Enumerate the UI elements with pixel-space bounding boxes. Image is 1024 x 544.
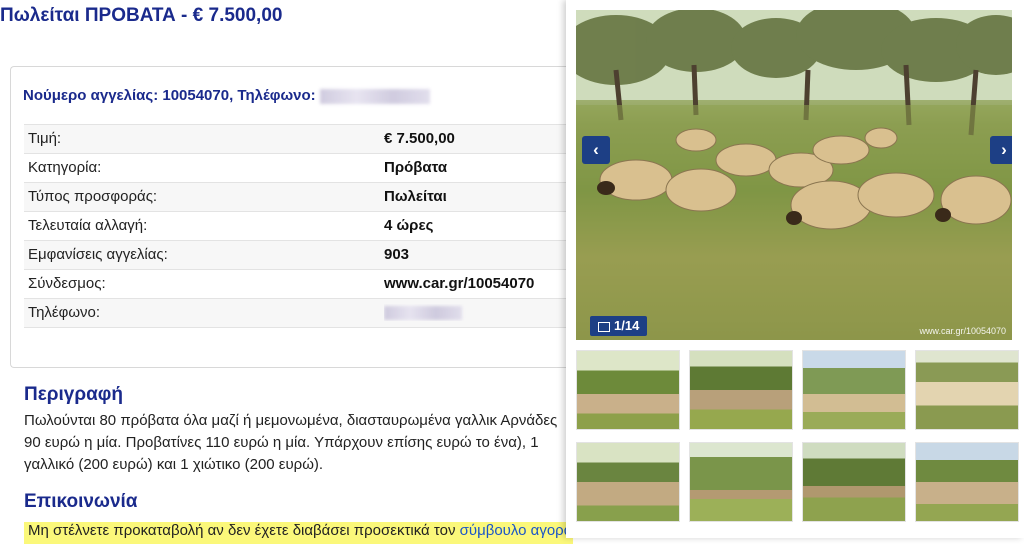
- image-icon: [598, 321, 610, 332]
- photo-gallery: ‹ › 1/14 www.car.gr/10054070: [566, 0, 1024, 538]
- photo-watermark: www.car.gr/10054070: [919, 326, 1006, 336]
- info-label: Τελευταία αλλαγή:: [28, 217, 148, 234]
- thumbnail[interactable]: [689, 442, 793, 522]
- info-value: 4 ώρες: [384, 217, 434, 234]
- warning-text: Μη στέλνετε προκαταβολή αν δεν έχετε δια…: [28, 522, 460, 539]
- listing-link[interactable]: www.car.gr/10054070: [384, 275, 568, 292]
- contact-heading: Επικοινωνία: [24, 491, 138, 512]
- thumbnail[interactable]: [915, 350, 1019, 430]
- info-row-price: Τιμή: € 7.500,00: [24, 124, 584, 153]
- info-label: Εμφανίσεις αγγελίας:: [28, 246, 168, 263]
- info-label: Κατηγορία:: [28, 159, 102, 176]
- info-row-phone: Τηλέφωνο:: [24, 298, 584, 328]
- buyer-advice-link[interactable]: σύμβουλο αγοράς!: [460, 522, 573, 539]
- info-row-link: Σύνδεσμος: www.car.gr/10054070: [24, 269, 584, 298]
- ad-number-text: Νούμερο αγγελίας: 10054070, Τηλέφωνο:: [23, 87, 316, 104]
- description-heading: Περιγραφή: [24, 384, 123, 405]
- info-value: 903: [384, 246, 410, 263]
- phone-blurred: [384, 306, 462, 321]
- info-label: Τηλέφωνο:: [28, 304, 101, 321]
- info-label: Σύνδεσμος:: [28, 275, 106, 292]
- info-value: [384, 304, 568, 321]
- info-row-category: Κατηγορία: Πρόβατα: [24, 153, 584, 182]
- chevron-left-icon: ‹: [593, 140, 599, 159]
- info-value: Πρόβατα: [384, 159, 448, 176]
- thumbnail[interactable]: [689, 350, 793, 430]
- ad-number: Νούμερο αγγελίας: 10054070, Τηλέφωνο:: [23, 87, 430, 104]
- photo-counter-text: 1/14: [614, 318, 640, 333]
- thumbnail[interactable]: [576, 350, 680, 430]
- info-row-last-change: Τελευταία αλλαγή: 4 ώρες: [24, 211, 584, 240]
- info-table: Τιμή: € 7.500,00 Κατηγορία: Πρόβατα Τύπο…: [24, 124, 584, 328]
- info-value: Πωλείται: [384, 188, 447, 205]
- sheep-photo-illustration: [576, 10, 1012, 340]
- info-row-offer-type: Τύπος προσφοράς: Πωλείται: [24, 182, 584, 211]
- page-title: Πωλείται ΠΡΟΒΑΤΑ - € 7.500,00: [0, 5, 283, 26]
- thumbnail[interactable]: [802, 442, 906, 522]
- chevron-right-icon: ›: [1001, 140, 1007, 159]
- thumbnail[interactable]: [915, 442, 1019, 522]
- thumbnail-grid: [576, 348, 1022, 538]
- warning-banner: Μη στέλνετε προκαταβολή αν δεν έχετε δια…: [24, 522, 573, 544]
- prev-photo-button[interactable]: ‹: [582, 136, 610, 164]
- description-text: Πωλούνται 80 πρόβατα όλα μαζί ή μεμονωμέ…: [24, 412, 558, 473]
- info-label: Τιμή:: [28, 130, 62, 147]
- info-row-views: Εμφανίσεις αγγελίας: 903: [24, 240, 584, 269]
- photo-counter: 1/14: [590, 316, 648, 336]
- next-photo-button[interactable]: ›: [990, 136, 1012, 164]
- main-photo[interactable]: ‹ › 1/14 www.car.gr/10054070: [576, 10, 1012, 340]
- info-label: Τύπος προσφοράς:: [28, 188, 158, 205]
- phone-blurred: [319, 88, 430, 104]
- thumbnail[interactable]: [576, 442, 680, 522]
- thumbnail[interactable]: [802, 350, 906, 430]
- info-value: € 7.500,00: [384, 130, 455, 147]
